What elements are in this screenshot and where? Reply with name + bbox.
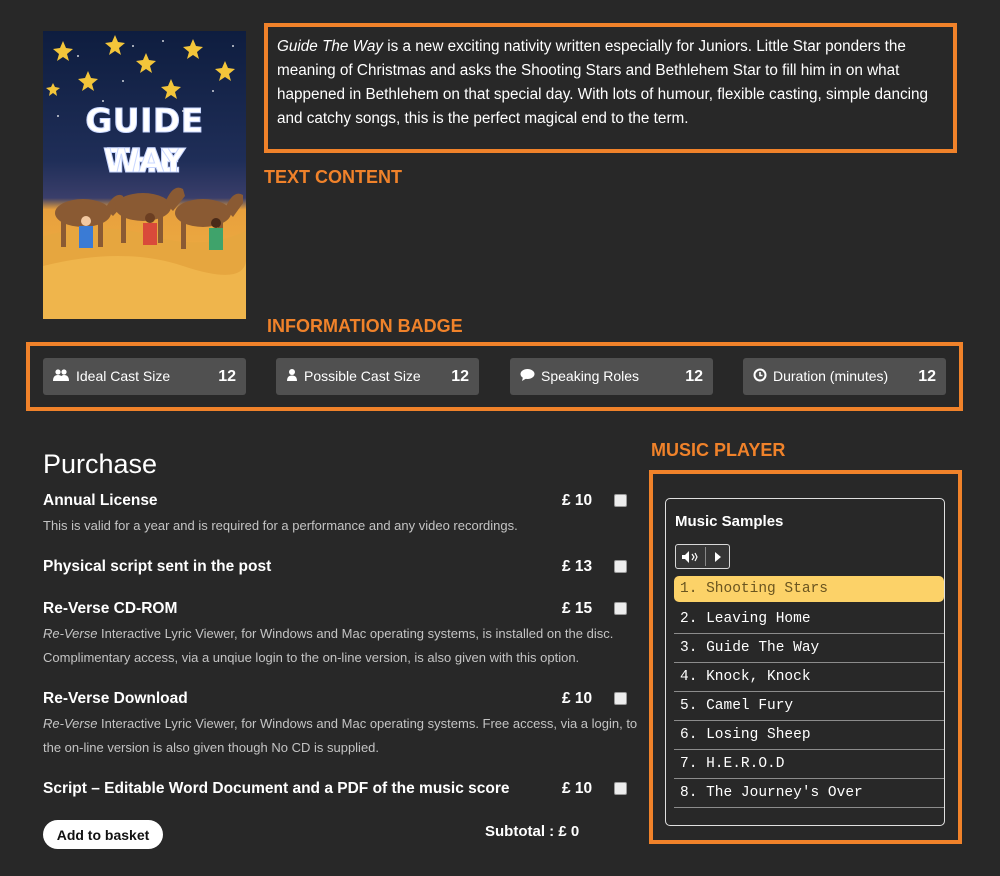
- description-box: Guide The Way is a new exciting nativity…: [264, 23, 957, 153]
- script-word-pdf-checkbox[interactable]: [614, 782, 627, 795]
- item-name: Re-Verse CD-ROM: [43, 600, 178, 617]
- item-price: £ 10: [562, 492, 593, 509]
- badge-speaking-roles: Speaking Roles 12: [510, 358, 713, 395]
- badge-value: 12: [218, 368, 236, 385]
- badge-label: Duration (minutes): [773, 368, 889, 384]
- item-price: £ 10: [562, 780, 593, 797]
- badge-label: Speaking Roles: [541, 368, 640, 384]
- speech-bubble-icon: [520, 368, 535, 385]
- item-description: Re-Verse Interactive Lyric Viewer, for W…: [43, 622, 633, 670]
- user-icon: [286, 368, 298, 385]
- track-item[interactable]: 5. Camel Fury: [674, 692, 944, 721]
- item-description: This is valid for a year and is required…: [43, 514, 633, 538]
- badge-label: Ideal Cast Size: [76, 368, 171, 384]
- item-description-em: Re-Verse: [43, 716, 98, 731]
- information-badges: Ideal Cast Size 12 Possible Cast Size 12…: [26, 342, 963, 411]
- subtotal: Subtotal : £ 0: [485, 823, 580, 840]
- track-list: 1. Shooting Stars 2. Leaving Home 3. Gui…: [674, 576, 944, 808]
- music-player: Music Samples 1. Shooting Stars 2. Leavi…: [665, 498, 945, 826]
- badge-value: 12: [918, 368, 936, 385]
- speaker-muted-icon: [681, 548, 701, 565]
- item-name: Re-Verse Download: [43, 690, 188, 707]
- item-price: £ 10: [562, 690, 593, 707]
- badge-value: 12: [451, 368, 469, 385]
- cd-rom-checkbox[interactable]: [614, 602, 627, 615]
- track-item[interactable]: 3. Guide The Way: [674, 634, 944, 663]
- track-item[interactable]: 6. Losing Sheep: [674, 721, 944, 750]
- item-description-text: Interactive Lyric Viewer, for Windows an…: [43, 626, 614, 665]
- badge-duration: Duration (minutes) 12: [743, 358, 946, 395]
- description-title: Guide The Way: [277, 38, 383, 55]
- physical-script-checkbox[interactable]: [614, 560, 627, 573]
- download-checkbox[interactable]: [614, 692, 627, 705]
- player-controls: [675, 544, 730, 569]
- track-item[interactable]: 2. Leaving Home: [674, 605, 944, 634]
- item-name: Annual License: [43, 492, 158, 509]
- item-name: Script – Editable Word Document and a PD…: [43, 780, 510, 797]
- users-icon: [53, 368, 69, 385]
- music-samples-title: Music Samples: [675, 513, 784, 530]
- music-player-annotation: MUSIC PLAYER: [651, 440, 786, 460]
- item-name: Physical script sent in the post: [43, 558, 272, 575]
- item-price: £ 13: [562, 558, 593, 575]
- item-description-text: Interactive Lyric Viewer, for Windows an…: [43, 716, 638, 755]
- track-item[interactable]: 1. Shooting Stars: [674, 576, 944, 602]
- item-price: £ 15: [562, 600, 593, 617]
- track-item[interactable]: 4. Knock, Knock: [674, 663, 944, 692]
- mute-button[interactable]: [679, 545, 703, 568]
- badge-label: Possible Cast Size: [304, 368, 421, 384]
- item-description-em: Re-Verse: [43, 626, 98, 641]
- badge-possible-cast-size: Possible Cast Size 12: [276, 358, 479, 395]
- controls-divider: [705, 547, 706, 566]
- badge-value: 12: [685, 368, 703, 385]
- item-description: Re-Verse Interactive Lyric Viewer, for W…: [43, 712, 641, 760]
- play-button[interactable]: [707, 545, 729, 568]
- badge-ideal-cast-size: Ideal Cast Size 12: [43, 358, 246, 395]
- annual-license-checkbox[interactable]: [614, 494, 627, 507]
- play-icon: [713, 548, 723, 565]
- text-content-annotation: TEXT CONTENT: [264, 167, 402, 187]
- track-item[interactable]: 7. H.E.R.O.D: [674, 750, 944, 779]
- purchase-title: Purchase: [43, 449, 158, 479]
- cover-title-line2: WAY: [103, 141, 186, 181]
- add-to-basket-button[interactable]: Add to basket: [43, 820, 163, 849]
- item-description-text: This is valid for a year and is required…: [43, 518, 518, 533]
- track-item[interactable]: 8. The Journey's Over: [674, 779, 944, 808]
- information-badge-annotation: INFORMATION BADGE: [267, 316, 463, 336]
- clock-icon: [753, 368, 767, 385]
- cover-image: GUIDE THE WAY: [43, 31, 246, 319]
